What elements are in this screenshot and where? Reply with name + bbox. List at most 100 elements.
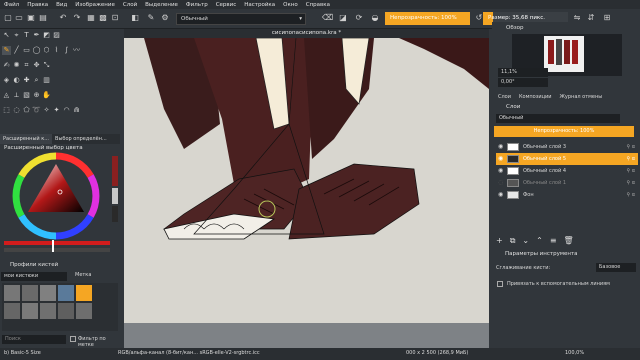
menu-view[interactable]: Вид	[56, 2, 67, 8]
fill-tool-icon[interactable]: ◈	[2, 76, 11, 85]
measure-tool-icon[interactable]: ⟂	[12, 91, 21, 100]
menu-help[interactable]: Справка	[306, 2, 330, 8]
menu-filter[interactable]: Фильтр	[186, 2, 208, 8]
duplicate-layer-icon[interactable]: ⧉	[510, 236, 516, 246]
overview-zoom[interactable]: 11,1%	[498, 68, 548, 77]
brush-preset-item[interactable]	[58, 285, 74, 301]
layer-flags-icon[interactable]: ⚲ α	[626, 189, 635, 201]
brush-search-input[interactable]: Поиск	[2, 335, 66, 344]
layer-row[interactable]: ◉ Обычный слой 4 ⚲ α	[496, 165, 638, 177]
line-tool-icon[interactable]: ╱	[12, 46, 21, 55]
brush-preset-item[interactable]	[76, 285, 92, 301]
calligraphy-icon[interactable]: ✒	[32, 31, 41, 40]
undo-icon[interactable]: ↶	[58, 13, 68, 23]
magnetic-select-icon[interactable]: ⋒	[72, 106, 81, 115]
add-layer-icon[interactable]: +	[496, 236, 503, 246]
assistant-tool-icon[interactable]: ◬	[2, 91, 11, 100]
select-shapes-icon[interactable]: ↖	[2, 31, 11, 40]
bezier-select-icon[interactable]: ◠	[62, 106, 71, 115]
brush-settings-icon[interactable]: ⚙	[160, 13, 170, 23]
gradient-tool-icon[interactable]: ▥	[42, 76, 51, 85]
brush-preset-item[interactable]	[22, 303, 38, 319]
layer-row[interactable]: ◌ Обычный слой 1 ⚲ α	[496, 177, 638, 189]
dynamic-brush-icon[interactable]: ✍	[2, 61, 11, 70]
layer-blend-mode[interactable]: Обычный	[496, 114, 620, 123]
pan-tool-icon[interactable]: ✋	[42, 91, 51, 100]
freehand-brush-icon[interactable]: ✎	[2, 46, 11, 55]
menu-layer[interactable]: Слой	[123, 2, 137, 8]
similar-select-icon[interactable]: ✦	[52, 106, 61, 115]
smart-patch-icon[interactable]: ✚	[22, 76, 31, 85]
zoom-tool-icon[interactable]: ⊕	[32, 91, 41, 100]
brush-preset-item[interactable]	[40, 285, 56, 301]
edit-shapes-icon[interactable]: ⌖	[12, 31, 21, 40]
multibrush-icon[interactable]: ✺	[12, 61, 21, 70]
layer-row-selected[interactable]: ◉ Обычный слой 5 ⚲ α	[496, 153, 638, 165]
layer-properties-icon[interactable]: ≡	[550, 236, 557, 246]
tab-specific-color[interactable]: Выбор определён...	[52, 134, 110, 144]
text-tool-icon[interactable]: T	[22, 31, 31, 40]
brush-presets-icon[interactable]: ✎	[146, 13, 156, 23]
redo-icon[interactable]: ↷	[72, 13, 82, 23]
layer-row[interactable]: ◉ Фон ⚲ α	[496, 189, 638, 201]
opacity-slider[interactable]: Непрозрачность: 100%	[385, 12, 470, 25]
brush-preset-item[interactable]	[40, 303, 56, 319]
filter-checkbox[interactable]	[70, 336, 76, 342]
brush-preset-item[interactable]	[58, 303, 74, 319]
new-document-icon[interactable]: ▢	[3, 13, 13, 23]
eye-icon[interactable]: ◉	[498, 189, 503, 201]
status-zoom[interactable]: 100,0%	[565, 350, 584, 356]
artwork-canvas[interactable]	[124, 29, 489, 349]
crop-tool-icon[interactable]: ⌗	[22, 61, 31, 70]
blend-mode-select[interactable]: Обычный ▾	[176, 13, 306, 25]
tab-advanced-color[interactable]: Расширенный к...	[0, 134, 53, 144]
rectangle-tool-icon[interactable]: ▭	[22, 46, 31, 55]
color-wheel[interactable]	[0, 152, 120, 256]
lock-icon[interactable]: ⊡	[110, 13, 120, 23]
layer-opacity-slider[interactable]: Непрозрачность: 100%	[494, 126, 634, 137]
colorize-mask-icon[interactable]: ◐	[12, 76, 21, 85]
reload-preset-icon[interactable]: ⟳	[354, 13, 364, 23]
move-tool-icon[interactable]: ✥	[32, 61, 41, 70]
color-sampler-icon[interactable]: ⌕	[32, 76, 41, 85]
move-down-icon[interactable]: ⌄	[522, 236, 529, 246]
brush-preset-item[interactable]	[4, 285, 20, 301]
tab-undo-history[interactable]: Журнал отмены	[560, 94, 603, 100]
move-up-icon[interactable]: ⌃	[536, 236, 543, 246]
menu-window[interactable]: Окно	[283, 2, 298, 8]
save-icon[interactable]: ▣	[26, 13, 36, 23]
tab-layers[interactable]: Слои	[498, 94, 511, 100]
rect-select-icon[interactable]: ⬚	[2, 106, 11, 115]
eraser-icon[interactable]: ⌫	[322, 13, 333, 23]
pressure-icon[interactable]: ◒	[370, 13, 380, 23]
delete-layer-icon[interactable]: 🗑	[564, 236, 574, 246]
brush-preset-item[interactable]	[4, 303, 20, 319]
tag-select[interactable]: мои кистюки	[1, 272, 67, 281]
eye-icon[interactable]: ◉	[498, 165, 503, 177]
overview-rotation[interactable]: 0,00°	[498, 78, 548, 87]
menu-tools[interactable]: Сервис	[216, 2, 237, 8]
pattern-icon[interactable]: ▩	[98, 13, 108, 23]
smoothing-select[interactable]: Базовое	[596, 263, 636, 272]
eye-hidden-icon[interactable]: ◌	[498, 177, 503, 189]
transform-tool-icon[interactable]: ⤡	[42, 61, 51, 70]
brush-preset-item[interactable]	[22, 285, 38, 301]
open-document-icon[interactable]: ▭	[14, 13, 24, 23]
pattern-edit-icon[interactable]: ▨	[52, 31, 61, 40]
document-tab[interactable]: сисипопасисипопа.kra *	[124, 29, 489, 38]
layer-row[interactable]: ◉ Обычный слой 3 ⚲ α	[496, 141, 638, 153]
layer-flags-icon[interactable]: ⚲ α	[626, 153, 635, 165]
freehand-select-icon[interactable]: ➰	[32, 106, 41, 115]
layer-flags-icon[interactable]: ⚲ α	[626, 165, 635, 177]
snap-checkbox[interactable]	[497, 281, 503, 287]
layer-flags-icon[interactable]: ⚲ α	[626, 177, 635, 189]
ellipse-tool-icon[interactable]: ◯	[32, 46, 41, 55]
menu-settings[interactable]: Настройка	[244, 2, 275, 8]
tab-compositions[interactable]: Композиции	[519, 94, 552, 100]
polyline-tool-icon[interactable]: ⌇	[52, 46, 61, 55]
gradient-icon[interactable]: ▦	[86, 13, 96, 23]
contiguous-select-icon[interactable]: ✧	[42, 106, 51, 115]
ellipse-select-icon[interactable]: ◌	[12, 106, 21, 115]
menu-file[interactable]: Файл	[4, 2, 19, 8]
alpha-lock-icon[interactable]: ◪	[338, 13, 348, 23]
